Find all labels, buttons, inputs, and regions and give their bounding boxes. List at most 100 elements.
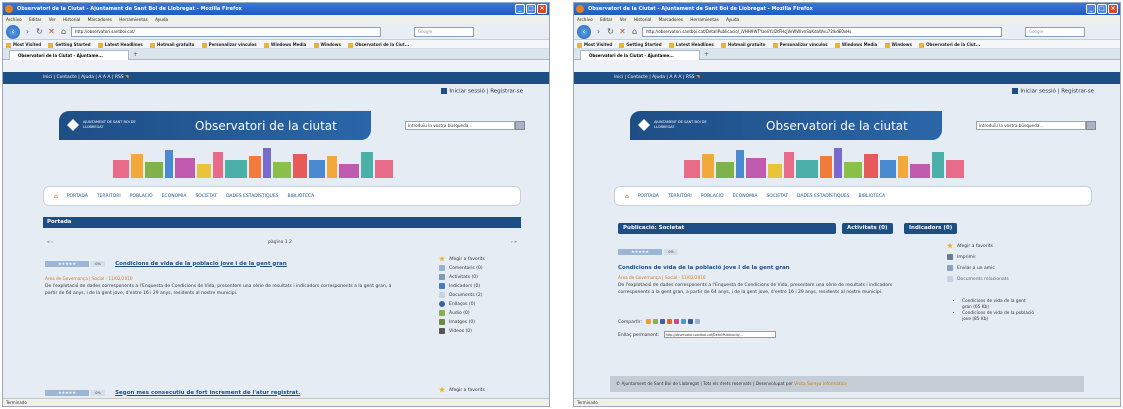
nav-economia[interactable]: ECONOMIA <box>162 194 187 199</box>
bookmark-item[interactable]: Latest Headlines <box>97 42 143 48</box>
nav-home-icon[interactable]: ⌂ <box>54 193 58 200</box>
bookmark-item[interactable]: Windows <box>313 42 341 48</box>
share-facebook-icon[interactable] <box>688 319 694 324</box>
print-link[interactable]: Imprimir <box>947 253 1009 264</box>
bookmark-item[interactable]: Personalizar vínculos <box>772 42 828 48</box>
reload-icon[interactable]: ↻ <box>606 27 615 36</box>
search-go-button[interactable] <box>515 121 525 130</box>
bookmark-item[interactable]: Getting Started <box>48 42 91 48</box>
bookmark-item[interactable]: Observatori de la Ciut... <box>348 42 409 48</box>
links-link[interactable]: Enllaços (0) <box>439 300 485 309</box>
menu-ayuda[interactable]: Ayuda <box>155 17 168 22</box>
developer-link[interactable]: Visita Soreya Informàtica <box>794 381 847 386</box>
share-meneame-icon[interactable] <box>646 319 652 324</box>
permalink-input[interactable]: http://observatori.santboi.cat/DetallPub… <box>663 331 776 338</box>
share-delicious-icon[interactable] <box>653 319 659 324</box>
nav-territori[interactable]: TERRITORI <box>668 194 692 199</box>
minimize-button[interactable]: _ <box>515 4 525 14</box>
rss-icon[interactable]: ◥ <box>125 75 128 80</box>
maximize-button[interactable]: □ <box>1097 4 1107 14</box>
login-text[interactable]: Iniciar sessió | Registrar-se <box>1020 89 1094 95</box>
back-button[interactable]: ‹ <box>577 24 591 39</box>
forward-icon[interactable]: › <box>23 27 32 36</box>
bookmark-item[interactable]: Most Visited <box>577 42 612 48</box>
site-search-input[interactable]: Introduïu la vostra búsqueda... <box>976 121 1096 130</box>
stop-icon[interactable]: ✕ <box>618 27 627 36</box>
bookmark-item[interactable]: Hotmail gratuito <box>721 42 765 48</box>
bookmark-item[interactable]: Getting Started <box>619 42 662 48</box>
pager-next[interactable]: › » <box>511 240 517 245</box>
url-bar[interactable]: http://observatori.santboi.cat/ <box>71 26 381 37</box>
indicators-link[interactable]: Indicadors (0) <box>439 282 485 291</box>
menu-marcadores[interactable]: Marcadores <box>88 17 112 22</box>
share-digg-icon[interactable] <box>660 319 666 324</box>
nav-dades-estadistiques[interactable]: DADES ESTADÍSTIQUES <box>226 194 279 199</box>
add-favorite-link[interactable]: Afegir a favorits <box>439 255 485 264</box>
activities-link[interactable]: Activitats (0) <box>439 273 485 282</box>
menu-ver[interactable]: Ver <box>620 17 627 22</box>
pager-prev[interactable]: « ‹ <box>47 240 53 245</box>
top-links-text[interactable]: Inici | Contacte | Ajuda | A A A | RSS <box>43 75 124 80</box>
rating-stars[interactable]: ★★★★★ <box>618 248 662 255</box>
pager-pages[interactable]: pàgina 1 2 <box>268 240 292 245</box>
browser-search-input[interactable]: Google <box>414 26 474 37</box>
new-tab-icon[interactable]: + <box>133 51 138 58</box>
share-more-icon[interactable] <box>695 319 701 324</box>
bookmark-item[interactable]: Windows Media <box>834 42 877 48</box>
bookmark-item[interactable]: Windows Media <box>263 42 306 48</box>
new-tab-icon[interactable]: + <box>704 51 709 58</box>
rating-stars[interactable]: ★★★★★ <box>45 389 89 396</box>
nav-societat[interactable]: SOCIETAT <box>766 194 788 199</box>
nav-dades-estadistiques[interactable]: DADES ESTADÍSTIQUES <box>797 194 850 199</box>
comments-link[interactable]: Comentaris (0) <box>439 264 485 273</box>
nav-territori[interactable]: TERRITORI <box>97 194 121 199</box>
url-bar[interactable]: http://observatori.santboi.cat/DetallPub… <box>642 26 1002 37</box>
login-links[interactable]: Iniciar sessió | Registrar-se <box>441 88 523 95</box>
audio-link[interactable]: Àudio (0) <box>439 309 485 318</box>
menu-archivo[interactable]: Archivo <box>577 17 593 22</box>
back-button[interactable]: ‹ <box>6 24 20 39</box>
menu-historial[interactable]: Historial <box>63 17 80 22</box>
menu-ver[interactable]: Ver <box>49 17 56 22</box>
publication-tab[interactable]: Publicació: Societat <box>618 223 836 234</box>
reload-icon[interactable]: ↻ <box>35 27 44 36</box>
menu-historial[interactable]: Historial <box>634 17 651 22</box>
close-button[interactable]: × <box>537 4 547 14</box>
menu-editar[interactable]: Editar <box>600 17 612 22</box>
menu-ayuda[interactable]: Ayuda <box>726 17 739 22</box>
bookmark-item[interactable]: Hotmail gratuito <box>150 42 194 48</box>
close-button[interactable]: × <box>1108 4 1118 14</box>
search-go-button[interactable] <box>1086 121 1096 130</box>
share-twitter-icon[interactable] <box>681 319 687 324</box>
document-link[interactable]: Condicions de vida de la gent gran (65 K… <box>962 299 1036 311</box>
stop-icon[interactable]: ✕ <box>47 27 56 36</box>
menu-archivo[interactable]: Archivo <box>6 17 22 22</box>
nav-poblacio[interactable]: POBLACIÓ <box>130 194 153 199</box>
activities-tab[interactable]: Activitats (0) <box>842 223 893 234</box>
share-flickr-icon[interactable] <box>674 319 680 324</box>
add-favorite-link[interactable]: Afegir a favorits <box>439 386 485 395</box>
bookmark-item[interactable]: Windows <box>884 42 912 48</box>
article-title-link[interactable]: Condicions de vida de la població jove i… <box>115 261 287 267</box>
login-text[interactable]: Iniciar sessió | Registrar-se <box>449 89 523 95</box>
menu-herramientas[interactable]: Herramientas <box>690 17 719 22</box>
nav-poblacio[interactable]: POBLACIÓ <box>701 194 724 199</box>
nav-biblioteca[interactable]: BIBLIOTECA <box>859 194 886 199</box>
article-title-link[interactable]: Segon mes consecutiu de fort increment d… <box>115 390 300 396</box>
forward-icon[interactable]: › <box>594 27 603 36</box>
rss-icon[interactable]: ◥ <box>696 75 699 80</box>
tab-observatori[interactable]: Observatori de la Ciutat - Ajuntame... <box>580 50 700 60</box>
document-link[interactable]: Condicions de vida de la població jove (… <box>962 311 1036 323</box>
tab-observatori[interactable]: Observatori de la Ciutat - Ajuntame... <box>9 50 129 60</box>
home-icon[interactable]: ⌂ <box>59 27 68 36</box>
documents-link[interactable]: Documents (2) <box>439 291 485 300</box>
nav-portada[interactable]: PORTADA <box>638 194 659 199</box>
add-favorite-link[interactable]: Afegir a favorits <box>947 242 1009 253</box>
browser-search-input[interactable]: Google <box>1025 26 1085 37</box>
nav-societat[interactable]: SOCIETAT <box>195 194 217 199</box>
menu-marcadores[interactable]: Marcadores <box>659 17 683 22</box>
bookmark-item[interactable]: Latest Headlines <box>668 42 714 48</box>
rating-stars[interactable]: ★★★★★ <box>45 260 89 267</box>
menu-editar[interactable]: Editar <box>29 17 41 22</box>
menu-herramientas[interactable]: Herramientas <box>119 17 148 22</box>
